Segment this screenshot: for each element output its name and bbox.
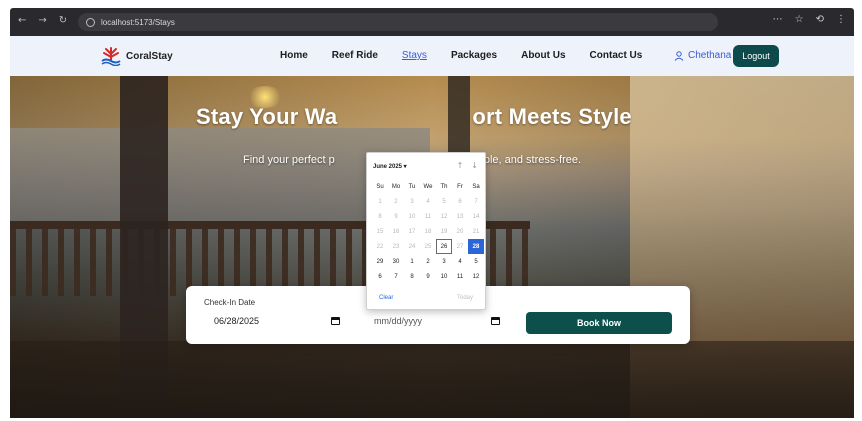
hero-sub-left: Find your perfect p: [243, 154, 335, 166]
calendar-day[interactable]: 23: [388, 239, 404, 254]
checkin-calendar-icon[interactable]: [331, 317, 340, 325]
browser-actions: ⋯ ☆ ⟲ ⋮: [773, 14, 846, 25]
today-button[interactable]: Today: [457, 295, 473, 301]
calendar-grid: Su Mo Tu We Th Fr Sa 1 2 3 4 5 6 7 8 9 10 11 12 13 14 15 16 17 1…: [372, 179, 484, 284]
address-url: localhost:5173/Stays: [101, 17, 175, 27]
month-arrows: ↑ ↓: [457, 161, 478, 170]
checkin-date-input[interactable]: 06/28/2025: [204, 311, 344, 331]
calendar-day[interactable]: 2: [420, 254, 436, 269]
hero-headline-left: Stay Your Wa: [196, 104, 338, 129]
calendar-day[interactable]: 4: [452, 254, 468, 269]
calendar-day[interactable]: 12: [436, 209, 452, 224]
book-now-button[interactable]: Book Now: [526, 312, 672, 334]
nav-link-about-us[interactable]: About Us: [521, 50, 565, 61]
calendar-day[interactable]: 19: [436, 224, 452, 239]
calendar-day[interactable]: 24: [404, 239, 420, 254]
calendar-day[interactable]: 13: [452, 209, 468, 224]
calendar-day[interactable]: 16: [388, 224, 404, 239]
checkout-date-input[interactable]: mm/dd/yyyy: [364, 311, 504, 331]
hero-floor: [10, 341, 854, 418]
calendar-day[interactable]: 27: [452, 239, 468, 254]
calendar-day[interactable]: 21: [468, 224, 484, 239]
browser-toolbar: ← → ↻ localhost:5173/Stays ⋯ ☆ ⟲ ⋮: [10, 8, 854, 36]
user-icon: [674, 50, 684, 61]
calendar-day[interactable]: 15: [372, 224, 388, 239]
brand[interactable]: CoralStay: [100, 46, 173, 66]
calendar-day[interactable]: 25: [420, 239, 436, 254]
weekday-header: Tu: [408, 183, 416, 190]
calendar-day[interactable]: 28: [468, 239, 484, 254]
calendar-day[interactable]: 1: [372, 194, 388, 209]
calendar-day[interactable]: 1: [404, 254, 420, 269]
site-navbar: CoralStay Home Reef Ride Stays Packages …: [10, 36, 854, 76]
calendar-day[interactable]: 11: [452, 269, 468, 284]
forward-icon[interactable]: →: [38, 15, 46, 26]
calendar-day[interactable]: 20: [452, 224, 468, 239]
weekday-header: Th: [440, 183, 448, 190]
weekday-header: Mo: [391, 183, 401, 190]
clear-button[interactable]: Clear: [379, 295, 393, 301]
calendar-day[interactable]: 3: [404, 194, 420, 209]
extensions-icon[interactable]: ⋯: [773, 14, 783, 25]
calendar-day[interactable]: 26: [436, 239, 452, 254]
brand-name: CoralStay: [126, 50, 173, 62]
calendar-day[interactable]: 11: [420, 209, 436, 224]
calendar-day[interactable]: 22: [372, 239, 388, 254]
nav-link-stays[interactable]: Stays: [402, 50, 427, 61]
calendar-day[interactable]: 5: [436, 194, 452, 209]
reload-icon[interactable]: ↻: [59, 15, 67, 26]
nav-link-contact-us[interactable]: Contact Us: [590, 50, 643, 61]
calendar-day[interactable]: 2: [388, 194, 404, 209]
calendar-day[interactable]: 12: [468, 269, 484, 284]
user-name: Chethana: [688, 50, 732, 61]
weekday-header: We: [423, 183, 433, 190]
next-month-icon[interactable]: ↓: [471, 161, 478, 170]
user-profile-link[interactable]: Chethana: [674, 50, 731, 61]
calendar-day[interactable]: 8: [404, 269, 420, 284]
calendar-day[interactable]: 5: [468, 254, 484, 269]
calendar-day[interactable]: 8: [372, 209, 388, 224]
date-picker-popup: June 2025 ▾ ↑ ↓ Su Mo Tu We Th Fr Sa 1 2 3 4 5 6 7 8 9 1…: [366, 152, 486, 310]
nav-link-reef-ride[interactable]: Reef Ride: [332, 50, 378, 61]
logout-button[interactable]: Logout: [733, 45, 779, 67]
weekday-header: Fr: [457, 183, 463, 190]
weekday-header: Su: [376, 183, 384, 190]
address-bar[interactable]: localhost:5173/Stays: [78, 13, 718, 31]
calendar-day[interactable]: 10: [436, 269, 452, 284]
hero-headline: Stay Your Wa ort Meets Style: [196, 104, 632, 130]
page: ← → ↻ localhost:5173/Stays ⋯ ☆ ⟲ ⋮ Coral…: [0, 0, 862, 421]
weekday-header: Sa: [472, 183, 480, 190]
calendar-day[interactable]: 7: [388, 269, 404, 284]
prev-month-icon[interactable]: ↑: [457, 161, 464, 170]
month-year-selector[interactable]: June 2025 ▾: [373, 163, 407, 170]
checkout-calendar-icon[interactable]: [491, 317, 500, 325]
calendar-day[interactable]: 14: [468, 209, 484, 224]
nav-link-home[interactable]: Home: [280, 50, 308, 61]
menu-icon[interactable]: ⋮: [836, 14, 846, 25]
calendar-day[interactable]: 3: [436, 254, 452, 269]
bookmark-star-icon[interactable]: ☆: [795, 14, 804, 25]
hero-headline-right: ort Meets Style: [472, 104, 632, 129]
nav-link-packages[interactable]: Packages: [451, 50, 497, 61]
history-icon[interactable]: ⟲: [816, 14, 824, 25]
site-info-icon[interactable]: [86, 17, 95, 27]
browser-nav-buttons: ← → ↻: [18, 15, 67, 26]
calendar-day[interactable]: 9: [420, 269, 436, 284]
calendar-day[interactable]: 9: [388, 209, 404, 224]
calendar-day[interactable]: 10: [404, 209, 420, 224]
calendar-day[interactable]: 29: [372, 254, 388, 269]
calendar-day[interactable]: 4: [420, 194, 436, 209]
calendar-day[interactable]: 18: [420, 224, 436, 239]
calendar-day[interactable]: 6: [452, 194, 468, 209]
coral-logo-icon: [101, 47, 121, 66]
calendar-day[interactable]: 17: [404, 224, 420, 239]
calendar-day[interactable]: 30: [388, 254, 404, 269]
checkin-label: Check-In Date: [204, 298, 256, 307]
calendar-day[interactable]: 7: [468, 194, 484, 209]
main-menu: Home Reef Ride Stays Packages About Us C…: [280, 50, 642, 61]
back-icon[interactable]: ←: [18, 15, 26, 26]
calendar-day[interactable]: 6: [372, 269, 388, 284]
